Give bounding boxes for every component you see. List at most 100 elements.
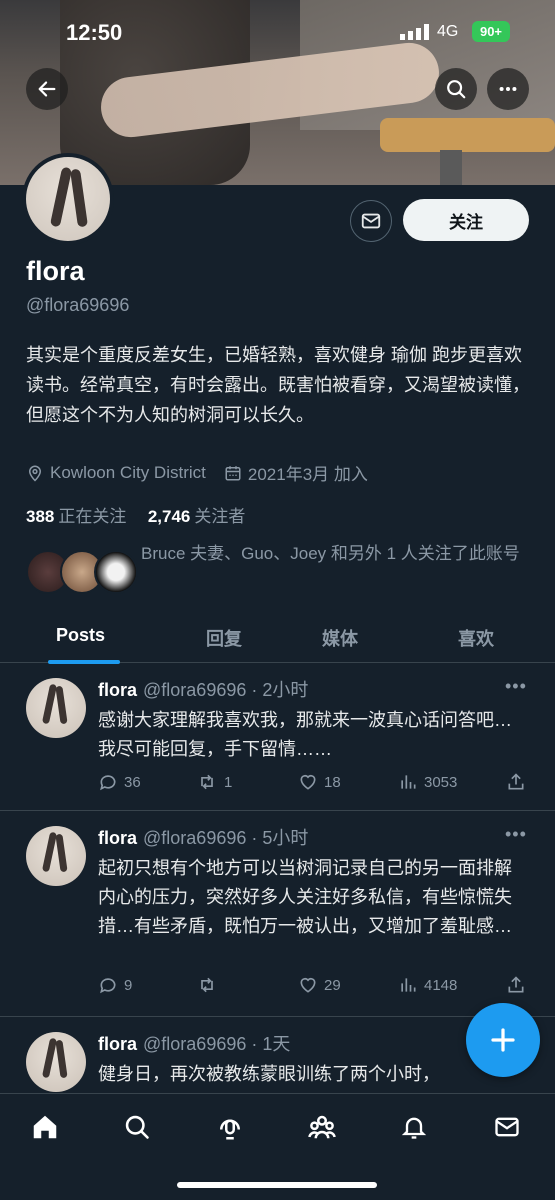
- message-button[interactable]: [350, 200, 392, 242]
- status-bar: 12:50 4G 90+: [0, 20, 555, 48]
- tab-likes[interactable]: 喜欢: [458, 625, 494, 651]
- following-count: 388: [26, 507, 55, 526]
- home-icon: [33, 1115, 57, 1139]
- home-indicator: [177, 1182, 377, 1188]
- post-text: 感谢大家理解我喜欢我，那就来一波真心话问答吧…我尽可能回复，手下留情……: [98, 710, 512, 759]
- plus-icon: [491, 1028, 515, 1052]
- profile-name: flora: [26, 256, 85, 286]
- like-button[interactable]: 29: [298, 975, 341, 995]
- compose-button[interactable]: [466, 1003, 540, 1077]
- nav-spaces[interactable]: [213, 1110, 247, 1144]
- views-button[interactable]: 3053: [398, 772, 457, 792]
- avatar[interactable]: [26, 1032, 86, 1092]
- post-item[interactable]: flora @flora69696 · 5小时 ••• 起初只想有个地方可以当树洞…: [0, 812, 555, 1017]
- post-author[interactable]: flora: [98, 680, 137, 700]
- search-icon: [447, 80, 466, 99]
- profile-avatar[interactable]: [22, 153, 114, 245]
- back-button[interactable]: [26, 68, 68, 110]
- following-link[interactable]: 388 正在关注: [26, 507, 126, 526]
- communities-icon: [308, 1115, 336, 1139]
- post-author[interactable]: flora: [98, 828, 137, 848]
- profile-bio: 其实是个重度反差女生，已婚轻熟，喜欢健身 瑜伽 跑步更喜欢读书。经常真空，有时会…: [26, 345, 530, 425]
- followers-link[interactable]: 2,746 关注者: [148, 507, 246, 526]
- repost-icon: [201, 977, 213, 993]
- search-icon: [125, 1115, 149, 1139]
- tab-posts[interactable]: Posts: [56, 625, 105, 646]
- nav-search[interactable]: [120, 1110, 154, 1144]
- heart-icon: [300, 774, 316, 790]
- tab-media[interactable]: 媒体: [322, 625, 358, 651]
- reply-button[interactable]: 36: [98, 772, 141, 792]
- mail-icon: [361, 213, 381, 229]
- bell-icon: [401, 1117, 427, 1139]
- more-options-button[interactable]: [487, 68, 529, 110]
- profile-tabs: Posts 回复 媒体 喜欢: [0, 615, 555, 664]
- reply-count: 9: [124, 976, 133, 994]
- reply-icon: [100, 775, 116, 791]
- calendar-icon: [225, 465, 241, 480]
- bottom-nav: [0, 1093, 555, 1200]
- views-button[interactable]: 4148: [398, 975, 457, 995]
- arrow-left-icon: [38, 81, 56, 97]
- followed-by-text[interactable]: Bruce 夫妻、Guo、Joey 和另外 1 人关注了此账号: [141, 540, 536, 568]
- profile-meta: Kowloon City District 2021年3月 加入: [26, 460, 368, 485]
- mail-icon: [495, 1117, 519, 1137]
- avatar[interactable]: [26, 678, 86, 738]
- nav-communities[interactable]: [305, 1110, 339, 1144]
- post-more-button[interactable]: •••: [505, 824, 527, 845]
- share-icon: [508, 773, 524, 790]
- views-icon: [401, 775, 416, 789]
- signal-icon: [400, 24, 430, 43]
- follow-button[interactable]: 关注: [403, 199, 529, 241]
- nav-messages[interactable]: [490, 1110, 524, 1144]
- followers-count: 2,746: [147, 507, 191, 526]
- reply-icon: [100, 978, 116, 994]
- views-icon: [401, 978, 416, 992]
- post-meta: @flora69696 · 1天: [143, 1034, 291, 1054]
- spaces-icon: [220, 1119, 240, 1140]
- post-meta: @flora69696 · 2小时: [143, 680, 309, 700]
- reply-count: 36: [124, 773, 141, 791]
- post-actions: 9 29 4148: [98, 975, 538, 999]
- repost-count: 1: [224, 773, 233, 791]
- status-time: 12:50: [66, 20, 123, 45]
- battery-icon: 90+: [472, 21, 510, 42]
- post-text: 起初只想有个地方可以当树洞记录自己的另一面排解内心的压力，突然好多人关注好多私信…: [98, 858, 512, 936]
- post-header: flora @flora69696 · 5小时: [98, 824, 308, 850]
- post-header: flora @flora69696 · 2小时: [98, 676, 308, 702]
- profile-location: Kowloon City District: [50, 462, 206, 482]
- location-icon: [28, 465, 42, 482]
- profile-handle: @flora69696: [26, 295, 130, 315]
- more-icon: [499, 86, 517, 92]
- share-button[interactable]: [506, 975, 526, 995]
- repost-button[interactable]: 1: [196, 772, 232, 792]
- search-button[interactable]: [435, 68, 477, 110]
- nav-notifications[interactable]: [397, 1110, 431, 1144]
- post-author[interactable]: flora: [98, 1034, 137, 1054]
- avatar: [94, 550, 138, 594]
- nav-home[interactable]: [28, 1110, 62, 1144]
- post-text: 健身日，再次被教练蒙眼训练了两个小时，: [98, 1064, 440, 1084]
- repost-icon: [201, 774, 213, 790]
- like-button[interactable]: 18: [298, 772, 341, 792]
- post-more-button[interactable]: •••: [505, 676, 527, 697]
- profile-joined: 2021年3月 加入: [247, 465, 368, 484]
- follow-counts: 388 正在关注 2,746 关注者: [26, 502, 245, 527]
- tab-replies[interactable]: 回复: [206, 625, 242, 651]
- views-count: 3053: [424, 773, 458, 791]
- like-count: 18: [324, 773, 341, 791]
- like-count: 29: [324, 976, 341, 994]
- heart-icon: [300, 977, 316, 993]
- avatar[interactable]: [26, 826, 86, 886]
- post-meta: @flora69696 · 5小时: [143, 828, 309, 848]
- share-button[interactable]: [506, 772, 526, 792]
- post-item[interactable]: flora @flora69696 · 2小时 ••• 感谢大家理解我喜欢我，那就…: [0, 664, 555, 811]
- post-actions: 36 1 18 3053: [98, 772, 538, 796]
- share-icon: [508, 976, 524, 993]
- followers-label: 关注者: [194, 507, 246, 526]
- repost-button[interactable]: [196, 975, 224, 995]
- network-label: 4G: [437, 23, 459, 40]
- views-count: 4148: [424, 976, 458, 994]
- reply-button[interactable]: 9: [98, 975, 132, 995]
- post-header: flora @flora69696 · 1天: [98, 1030, 290, 1056]
